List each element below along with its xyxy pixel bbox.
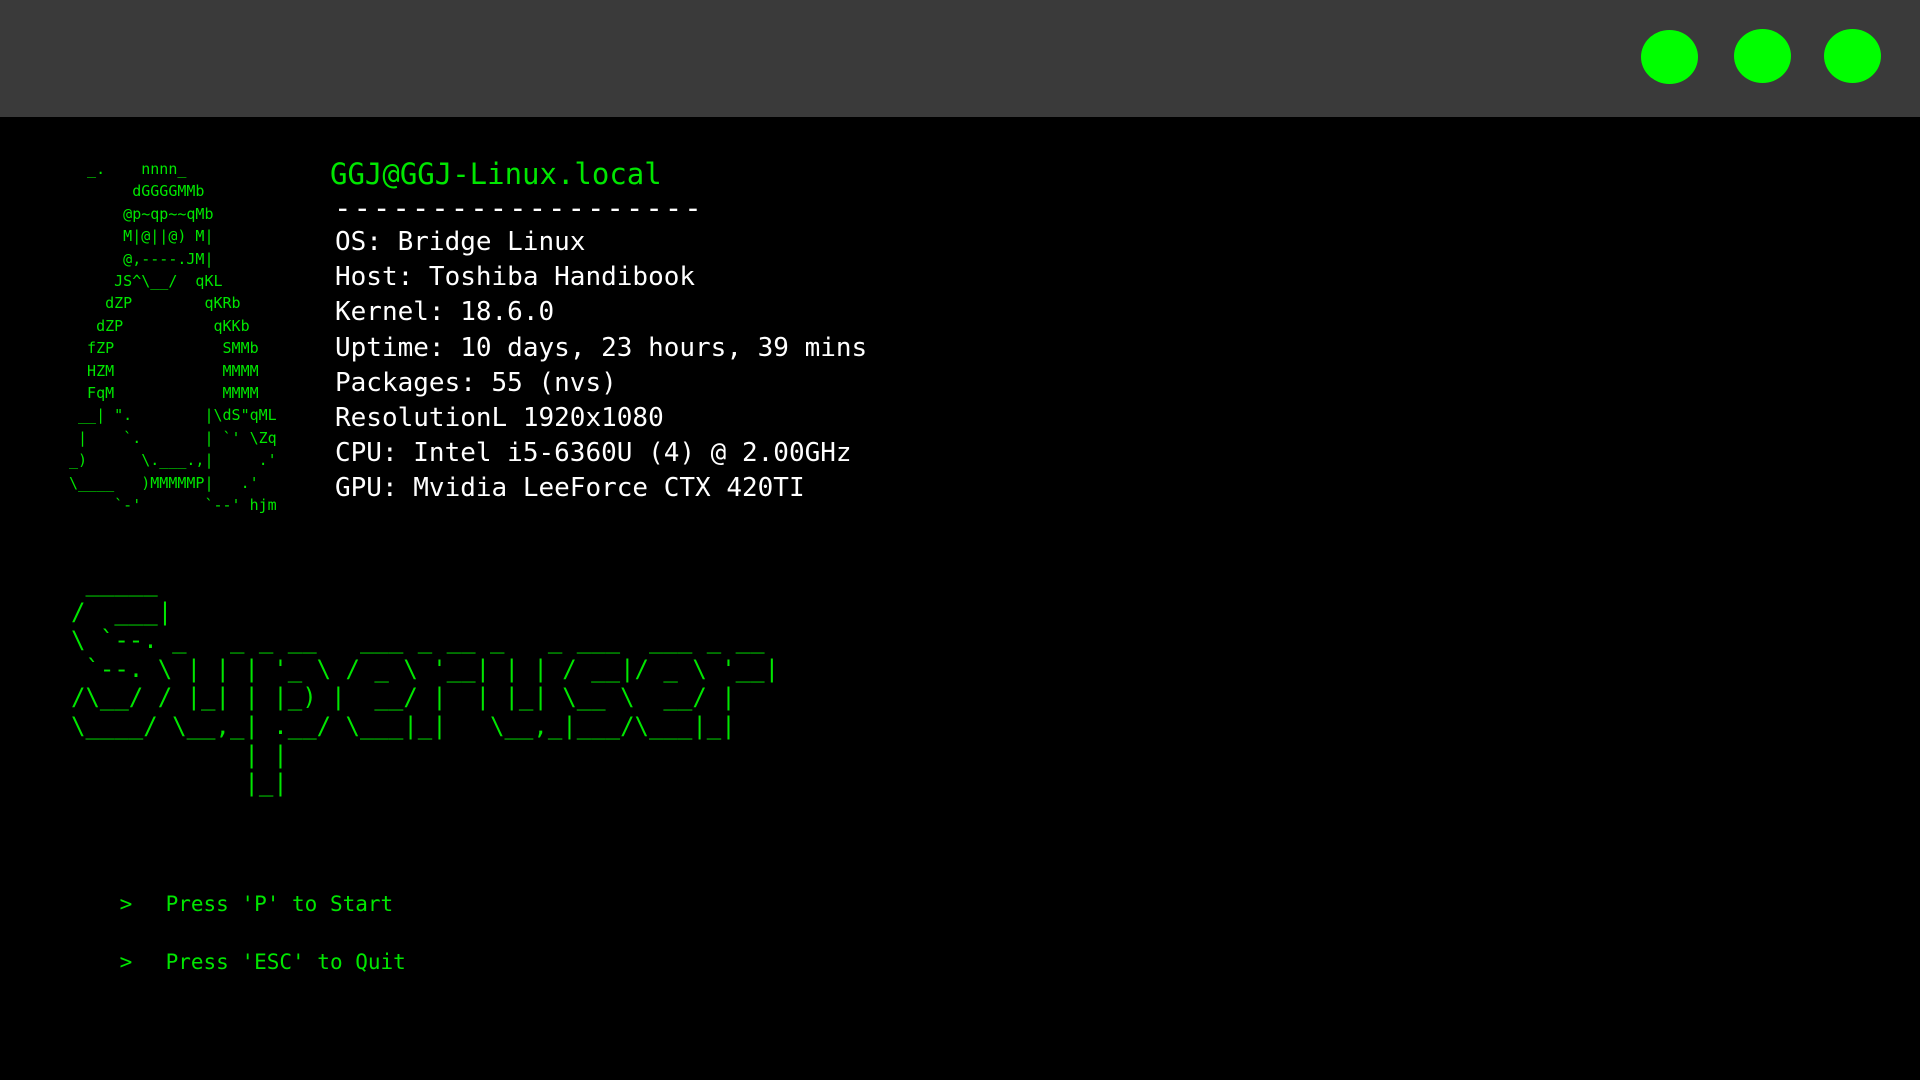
info-packages: Packages: 55 (nvs) [335, 367, 617, 398]
info-kernel: Kernel: 18.6.0 [335, 297, 555, 328]
hostname-label: GGJ@GGJ-Linux.local [330, 157, 662, 191]
start-label: Press 'P' to Start [165, 892, 394, 916]
window-button-1[interactable] [1641, 30, 1698, 84]
terminal-screen: _. nnnn_ dGGGGMMb @p~qp~~qMb M|@||@) M| … [0, 117, 1920, 1080]
quit-label: Press 'ESC' to Quit [165, 950, 406, 974]
info-separator: ------------------- [334, 191, 704, 225]
info-uptime: Uptime: 10 days, 23 hours, 39 mins [335, 332, 868, 363]
info-host: Host: Toshiba Handibook [335, 262, 696, 293]
window-button-3[interactable] [1824, 29, 1881, 83]
prompt-symbol: > [119, 950, 133, 974]
ascii-logo-art: _. nnnn_ dGGGGMMb @p~qp~~qMb M|@||@) M| … [69, 160, 277, 515]
title-bar [0, 0, 1920, 117]
system-info-list: OS: Bridge Linux Host: Toshiba Handibook… [335, 225, 867, 507]
info-gpu: GPU: Mvidia LeeForce CTX 420TI [335, 473, 805, 504]
info-os: OS: Bridge Linux [335, 227, 586, 257]
ascii-title-art: _____ / ___| \ `--. _ _ _ __ ___ _ __ _ … [71, 569, 780, 798]
info-cpu: CPU: Intel i5-6360U (4) @ 2.00GHz [335, 438, 852, 469]
prompt-symbol: > [119, 892, 133, 916]
window-button-2[interactable] [1734, 29, 1791, 83]
info-resolution: ResolutionL 1920x1080 [335, 403, 664, 434]
quit-option[interactable]: > Press 'ESC' to Quit [69, 920, 406, 1004]
